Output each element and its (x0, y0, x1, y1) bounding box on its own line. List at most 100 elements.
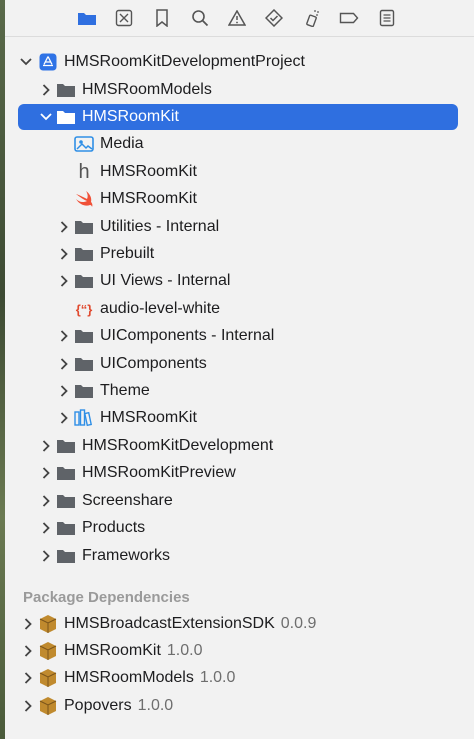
json-file-icon: {“} (75, 301, 93, 317)
folder-icon[interactable] (77, 8, 97, 28)
project-name: HMSRoomKitDevelopmentProject (64, 53, 305, 70)
tree-item-label: HMSRoomKitPreview (82, 464, 236, 481)
package-icon (38, 641, 58, 661)
chevron-down-icon[interactable] (20, 56, 32, 68)
swift-icon (74, 189, 94, 209)
package-version: 0.0.9 (280, 615, 317, 632)
toolbar-divider (5, 36, 474, 37)
test-diamond-icon[interactable] (264, 8, 284, 28)
chevron-right-icon[interactable] (40, 440, 52, 452)
package-name: HMSRoomKit (64, 642, 161, 659)
chevron-down-icon[interactable] (40, 111, 52, 123)
folder-icon (74, 217, 94, 237)
chevron-right-icon[interactable] (58, 412, 70, 424)
folder-icon (74, 244, 94, 264)
folder-icon (74, 326, 94, 346)
folder-icon (74, 354, 94, 374)
package-row[interactable]: HMSRoomKit 1.0.0 (0, 638, 474, 664)
library-icon (74, 408, 94, 428)
package-icon (38, 614, 58, 634)
chevron-right-icon[interactable] (40, 550, 52, 562)
tree-row-models[interactable]: HMSRoomModels (0, 77, 474, 103)
tree-row-products[interactable]: Products (0, 515, 474, 541)
package-dependencies-header: Package Dependencies (23, 589, 190, 606)
tree-row-theme[interactable]: Theme (0, 378, 474, 404)
chevron-right-icon[interactable] (22, 700, 34, 712)
report-list-icon[interactable] (377, 8, 397, 28)
tree-row-roomkit-selected[interactable]: HMSRoomKit (18, 104, 458, 130)
chevron-right-icon[interactable] (40, 84, 52, 96)
chevron-right-icon[interactable] (22, 645, 34, 657)
package-name: HMSRoomModels (64, 669, 194, 686)
tree-row-frameworks[interactable]: Frameworks (0, 543, 474, 569)
source-control-icon[interactable] (114, 8, 134, 28)
folder-icon (74, 381, 94, 401)
chevron-right-icon[interactable] (58, 275, 70, 287)
tree-row-prebuilt[interactable]: Prebuilt (0, 241, 474, 267)
chevron-right-icon[interactable] (22, 672, 34, 684)
tree-row-utilities[interactable]: Utilities - Internal (0, 214, 474, 240)
tree-item-label: HMSRoomKit (82, 108, 179, 125)
package-version: 1.0.0 (199, 669, 236, 686)
breakpoint-icon[interactable] (339, 8, 359, 28)
tree-row-uicomponents-internal[interactable]: UIComponents - Internal (0, 323, 474, 349)
folder-icon (56, 518, 76, 538)
chevron-right-icon[interactable] (58, 221, 70, 233)
package-icon (38, 696, 58, 716)
tree-item-label: UIComponents - Internal (100, 327, 275, 344)
header-file-icon: h (78, 160, 90, 183)
search-icon[interactable] (190, 8, 210, 28)
chevron-right-icon[interactable] (40, 467, 52, 479)
package-row[interactable]: HMSRoomModels 1.0.0 (0, 665, 474, 691)
tree-row-library[interactable]: HMSRoomKit (0, 405, 474, 431)
bookmark-icon[interactable] (152, 8, 172, 28)
package-icon (38, 668, 58, 688)
tree-item-label: HMSRoomKit (100, 163, 197, 180)
chevron-right-icon[interactable] (22, 618, 34, 630)
tree-item-label: UI Views - Internal (100, 272, 231, 289)
tree-item-label: Theme (100, 382, 150, 399)
tree-row-swift-file[interactable]: HMSRoomKit (0, 186, 474, 212)
package-row[interactable]: HMSBroadcastExtensionSDK 0.0.9 (0, 611, 474, 637)
package-version: 1.0.0 (166, 642, 203, 659)
tree-item-label: Prebuilt (100, 245, 155, 262)
tree-row-project[interactable]: HMSRoomKitDevelopmentProject (0, 49, 474, 75)
tree-row-audio-level[interactable]: {“} audio-level-white (0, 296, 474, 322)
tree-row-screenshare[interactable]: Screenshare (0, 488, 474, 514)
tree-item-label: audio-level-white (100, 300, 221, 317)
tree-item-label: HMSRoomKit (100, 409, 197, 426)
tree-row-uicomponents[interactable]: UIComponents (0, 351, 474, 377)
tree-item-label: Products (82, 519, 146, 536)
package-name: Popovers (64, 697, 132, 714)
tree-row-preview[interactable]: HMSRoomKitPreview (0, 460, 474, 486)
chevron-right-icon[interactable] (58, 330, 70, 342)
asset-catalog-icon (74, 134, 94, 154)
chevron-right-icon[interactable] (40, 495, 52, 507)
chevron-right-icon[interactable] (58, 385, 70, 397)
debug-spray-icon[interactable] (302, 8, 322, 28)
tree-row-development[interactable]: HMSRoomKitDevelopment (0, 433, 474, 459)
chevron-right-icon[interactable] (40, 522, 52, 534)
warning-icon[interactable] (227, 8, 247, 28)
tree-row-header-file[interactable]: h HMSRoomKit (0, 159, 474, 185)
xcode-project-icon (38, 52, 58, 72)
chevron-right-icon[interactable] (58, 358, 70, 370)
tree-item-label: HMSRoomModels (82, 81, 212, 98)
package-row[interactable]: Popovers 1.0.0 (0, 693, 474, 719)
tree-item-label: Media (100, 135, 144, 152)
folder-icon (56, 80, 76, 100)
package-name: HMSBroadcastExtensionSDK (64, 615, 275, 632)
folder-icon (56, 491, 76, 511)
tree-item-label: HMSRoomKitDevelopment (82, 437, 274, 454)
package-version: 1.0.0 (137, 697, 174, 714)
tree-item-label: HMSRoomKit (100, 190, 197, 207)
folder-icon (56, 546, 76, 566)
tree-item-label: Frameworks (82, 547, 171, 564)
tree-row-ui-views[interactable]: UI Views - Internal (0, 268, 474, 294)
folder-icon (56, 463, 76, 483)
folder-icon (56, 436, 76, 456)
tree-row-media[interactable]: Media (0, 131, 474, 157)
chevron-right-icon[interactable] (58, 248, 70, 260)
tree-item-label: Screenshare (82, 492, 173, 509)
tree-item-label: UIComponents (100, 355, 207, 372)
